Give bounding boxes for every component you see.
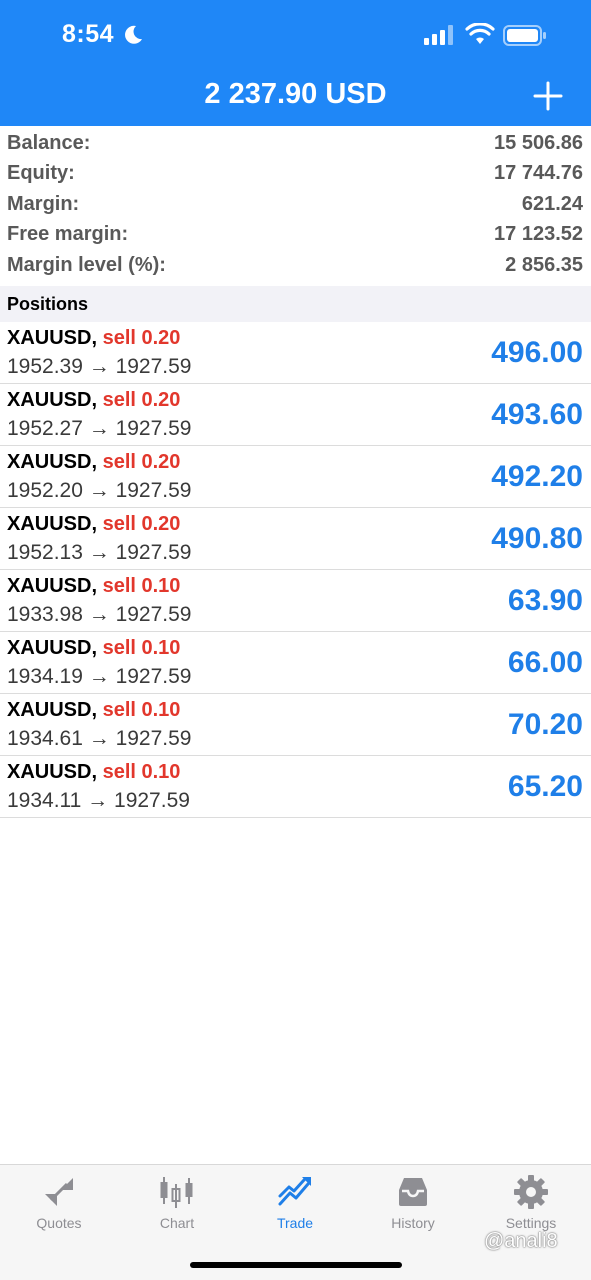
- margin-label: Margin:: [7, 193, 80, 215]
- position-row[interactable]: XAUUSD, sell 0.10 1934.61 → 1927.59 70.2…: [0, 694, 591, 756]
- tab-trade-label: Trade: [276, 1215, 314, 1231]
- position-symbol: XAUUSD, sell 0.20: [7, 451, 180, 474]
- history-icon: [399, 1178, 427, 1206]
- position-side: sell 0.20: [102, 451, 181, 473]
- balance-value: 15 506.86: [494, 132, 583, 154]
- position-prices: 1933.98 → 1927.59: [7, 603, 192, 626]
- position-row[interactable]: XAUUSD, sell 0.10 1933.98 → 1927.59 63.9…: [0, 570, 591, 632]
- home-indicator[interactable]: [190, 1262, 402, 1268]
- tab-chart[interactable]: Chart: [118, 1165, 236, 1245]
- tab-quotes[interactable]: Quotes: [0, 1165, 118, 1245]
- moon-icon: [125, 25, 142, 44]
- position-side: sell 0.10: [102, 699, 181, 721]
- position-prices: 1952.27 → 1927.59: [7, 417, 192, 440]
- position-profit: 63.90: [507, 584, 583, 617]
- position-profit: 492.20: [491, 460, 583, 493]
- position-prices: 1934.19 → 1927.59: [7, 665, 192, 688]
- tab-history[interactable]: History: [354, 1165, 472, 1245]
- position-symbol-text: XAUUSD,: [7, 327, 98, 349]
- position-symbol-text: XAUUSD,: [7, 451, 98, 473]
- status-time: 8:54: [62, 20, 115, 48]
- tab-chart-label: Chart: [159, 1215, 195, 1231]
- position-profit: 490.80: [491, 522, 583, 555]
- position-symbol: XAUUSD, sell 0.10: [7, 575, 180, 598]
- tab-settings-label: Settings: [505, 1215, 557, 1231]
- free-margin-value: 17 123.52: [494, 223, 583, 245]
- position-symbol-text: XAUUSD,: [7, 699, 98, 721]
- free-margin-label: Free margin:: [7, 223, 129, 245]
- position-profit: 66.00: [507, 646, 583, 679]
- quotes-icon: [45, 1178, 73, 1206]
- positions-title: Positions: [7, 294, 89, 314]
- margin-level-label: Margin level (%):: [7, 254, 166, 276]
- position-side: sell 0.20: [102, 389, 181, 411]
- battery-icon: [503, 25, 546, 46]
- settings-icon: [514, 1175, 548, 1209]
- cellular-signal-icon: [424, 25, 453, 45]
- positions-section-header: Positions: [0, 286, 591, 322]
- position-side: sell 0.20: [102, 513, 181, 535]
- margin-value: 621.24: [521, 193, 583, 215]
- add-order-button[interactable]: [530, 78, 566, 114]
- position-symbol-text: XAUUSD,: [7, 389, 98, 411]
- position-side: sell 0.20: [102, 327, 181, 349]
- position-profit: 493.60: [491, 398, 583, 431]
- wifi-icon: [465, 23, 495, 44]
- tab-history-label: History: [391, 1215, 435, 1231]
- position-prices: 1952.39 → 1927.59: [7, 355, 192, 378]
- position-prices: 1934.61 → 1927.59: [7, 727, 192, 750]
- margin-level-value: 2 856.35: [505, 254, 583, 276]
- position-row[interactable]: XAUUSD, sell 0.20 1952.39 → 1927.59 496.…: [0, 322, 591, 384]
- position-symbol: XAUUSD, sell 0.10: [7, 761, 180, 784]
- position-profit: 65.20: [507, 770, 583, 803]
- position-prices: 1934.11 → 1927.59: [7, 789, 190, 812]
- position-row[interactable]: XAUUSD, sell 0.20 1952.13 → 1927.59 490.…: [0, 508, 591, 570]
- position-symbol-text: XAUUSD,: [7, 637, 98, 659]
- account-summary: Balance: 15 506.86 Equity: 17 744.76 Mar…: [0, 126, 591, 286]
- tab-trade[interactable]: Trade: [236, 1165, 354, 1245]
- chart-icon: [160, 1177, 193, 1208]
- margin-row: Margin: 621.24: [0, 189, 591, 219]
- account-profit-title: 2 237.90 USD: [204, 78, 387, 110]
- equity-label: Equity:: [7, 162, 75, 184]
- position-symbol: XAUUSD, sell 0.10: [7, 637, 180, 660]
- position-row[interactable]: XAUUSD, sell 0.10 1934.19 → 1927.59 66.0…: [0, 632, 591, 694]
- position-profit: 496.00: [491, 336, 583, 369]
- position-symbol-text: XAUUSD,: [7, 761, 98, 783]
- balance-row: Balance: 15 506.86: [0, 128, 591, 158]
- position-symbol: XAUUSD, sell 0.20: [7, 327, 180, 350]
- free-margin-row: Free margin: 17 123.52: [0, 219, 591, 249]
- position-symbol: XAUUSD, sell 0.20: [7, 389, 180, 412]
- tab-quotes-label: Quotes: [36, 1215, 82, 1231]
- margin-level-row: Margin level (%): 2 856.35: [0, 250, 591, 280]
- header-bar: 8:54 2 237.90 USD: [0, 0, 591, 126]
- position-symbol: XAUUSD, sell 0.10: [7, 699, 180, 722]
- position-row[interactable]: XAUUSD, sell 0.10 1934.11 → 1927.59 65.2…: [0, 756, 591, 818]
- position-profit: 70.20: [507, 708, 583, 741]
- equity-value: 17 744.76: [494, 162, 583, 184]
- position-row[interactable]: XAUUSD, sell 0.20 1952.20 → 1927.59 492.…: [0, 446, 591, 508]
- position-symbol-text: XAUUSD,: [7, 513, 98, 535]
- position-side: sell 0.10: [102, 575, 181, 597]
- trade-icon: [278, 1177, 311, 1206]
- position-symbol-text: XAUUSD,: [7, 575, 98, 597]
- position-prices: 1952.13 → 1927.59: [7, 541, 192, 564]
- balance-label: Balance:: [7, 132, 91, 154]
- position-prices: 1952.20 → 1927.59: [7, 479, 192, 502]
- watermark-text: @anali8: [484, 1230, 558, 1252]
- position-row[interactable]: XAUUSD, sell 0.20 1952.27 → 1927.59 493.…: [0, 384, 591, 446]
- position-symbol: XAUUSD, sell 0.20: [7, 513, 180, 536]
- position-side: sell 0.10: [102, 637, 181, 659]
- equity-row: Equity: 17 744.76: [0, 158, 591, 188]
- position-side: sell 0.10: [102, 761, 181, 783]
